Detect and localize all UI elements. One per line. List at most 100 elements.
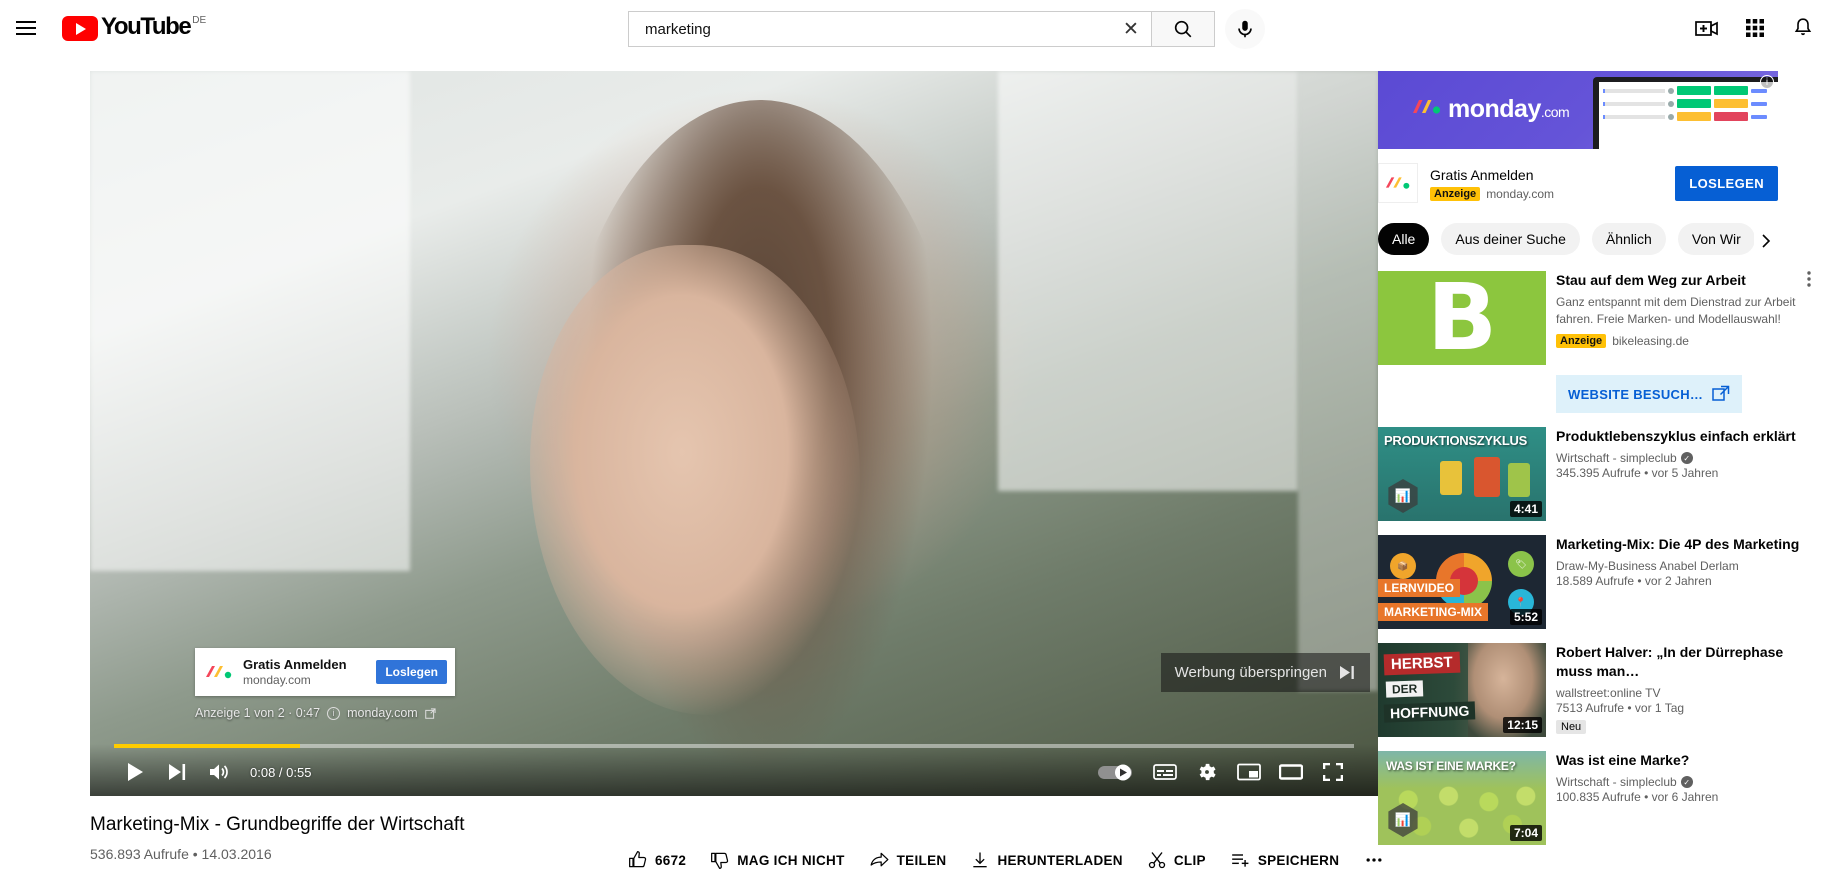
ad-counter-label: Anzeige 1 von 2 · 0:47 — [195, 706, 321, 720]
more-actions-button[interactable] — [1355, 842, 1393, 878]
bike-ad-cta-button[interactable]: WEBSITE BESUCH… — [1556, 375, 1742, 413]
channel-name: Wirtschaft - simpleclub — [1556, 451, 1677, 465]
youtube-apps-button[interactable] — [1742, 15, 1768, 41]
play-button[interactable] — [114, 751, 156, 793]
theater-mode-button[interactable] — [1270, 751, 1312, 793]
video-player[interactable]: Gratis Anmelden monday.com Loslegen Anze… — [90, 71, 1378, 796]
miniplayer-button[interactable] — [1228, 751, 1270, 793]
skip-ad-button[interactable]: Werbung überspringen — [1160, 653, 1370, 692]
progress-fill — [114, 744, 300, 748]
thumbnail-band-red: HERBST — [1383, 651, 1461, 676]
related-thumbnail[interactable]: WAS IST EINE MARKE? 📊 7:04 — [1378, 751, 1546, 845]
chips-next-icon[interactable] — [1754, 229, 1778, 253]
play-icon — [128, 763, 143, 781]
youtube-logo[interactable]: YouTube DE — [62, 14, 206, 41]
chip-von-wir[interactable]: Von Wir — [1677, 223, 1755, 255]
related-video-item[interactable]: PRODUKTIONSZYKLUS 📊 4:41 Produktlebenszy… — [1378, 427, 1818, 521]
search-input[interactable] — [645, 20, 1111, 38]
sidebar-promo-subrow: Anzeige monday.com — [1430, 186, 1663, 201]
fullscreen-icon — [1323, 763, 1343, 781]
related-video-channel[interactable]: wallstreet:online TV — [1556, 686, 1818, 700]
related-video-item[interactable]: WAS IST EINE MARKE? 📊 7:04 Was ist eine … — [1378, 751, 1818, 845]
anzeige-badge: Anzeige — [1430, 186, 1481, 201]
related-video-title: Marketing-Mix: Die 4P des Marketing — [1556, 536, 1800, 552]
download-button[interactable]: HERUNTERLADEN — [962, 842, 1130, 878]
menu-icon[interactable] — [12, 18, 40, 38]
related-video-title: Produktlebenszyklus einfach erklärt — [1556, 428, 1796, 444]
voice-search-button[interactable] — [1225, 9, 1265, 49]
player-ad-title: Gratis Anmelden — [243, 656, 347, 672]
ad-info-icon[interactable]: i — [327, 706, 341, 720]
bike-ad-thumbnail[interactable]: B — [1378, 271, 1546, 365]
sidebar-promo-cta-button[interactable]: LOSLEGEN — [1675, 165, 1778, 201]
player-ad-cta-button[interactable]: Loslegen — [376, 660, 447, 684]
window-pane-far-right — [1298, 71, 1378, 691]
player-ad-text: Gratis Anmelden monday.com — [243, 657, 376, 688]
related-video-item[interactable]: HERBST DER HOFFNUNG 12:15 Robert Halver:… — [1378, 643, 1818, 737]
next-video-button[interactable] — [156, 751, 198, 793]
notifications-button[interactable] — [1790, 15, 1816, 41]
verified-badge-icon: ✓ — [1680, 776, 1693, 788]
ad-advertiser-label[interactable]: monday.com — [347, 706, 418, 720]
autoplay-toggle[interactable] — [1090, 751, 1144, 793]
monday-brand-name: monday — [1448, 95, 1541, 123]
video-meta-row: 536.893 Aufrufe • 14.03.2016 6672 MAG IC… — [90, 846, 1382, 869]
clip-button[interactable]: CLIP — [1139, 842, 1214, 878]
share-button[interactable]: TEILEN — [861, 842, 955, 878]
monday-brand-wordmark: monday .com — [1412, 95, 1570, 124]
save-label: SPEICHERN — [1257, 852, 1340, 868]
dislike-button[interactable]: MAG ICH NICHT — [702, 842, 852, 878]
subtitles-icon — [1153, 764, 1177, 780]
related-video-channel[interactable]: Wirtschaft - simpleclub ✓ — [1556, 451, 1818, 465]
subtitles-button[interactable] — [1144, 751, 1186, 793]
chip-aehnlich[interactable]: Ähnlich — [1591, 223, 1666, 255]
related-video-channel[interactable]: Wirtschaft - simpleclub ✓ — [1556, 775, 1818, 789]
related-video-item[interactable]: 📦 🏷 📍 LERNVIDEO MARKETING-MIX 5:52 Marke… — [1378, 535, 1818, 629]
bike-ad-menu-icon[interactable] — [1800, 271, 1818, 292]
progress-bar[interactable] — [114, 744, 1354, 748]
player-controls-wrapper: 0:08 / 0:55 — [90, 744, 1378, 796]
primary-column: Gratis Anmelden monday.com Loslegen Anze… — [0, 55, 1382, 869]
save-button[interactable]: SPEICHERN — [1222, 842, 1347, 878]
player-controls-right — [1090, 751, 1354, 793]
ad-info-badge-icon[interactable]: i — [1760, 75, 1774, 89]
bike-ad-info: Stau auf dem Weg zur Arbeit Ganz entspan… — [1556, 271, 1818, 365]
channel-name: Wirtschaft - simpleclub — [1556, 775, 1677, 789]
like-button[interactable]: 6672 — [620, 842, 694, 878]
header-actions — [1694, 0, 1816, 55]
settings-button[interactable] — [1186, 751, 1228, 793]
secondary-column: monday .com i Gratis Anmelden Anzeige mo… — [1378, 55, 1830, 862]
bell-icon — [1794, 17, 1812, 35]
create-video-button[interactable] — [1694, 15, 1720, 41]
related-video-info: Produktlebenszyklus einfach erklärt Wirt… — [1556, 427, 1818, 521]
youtube-wordmark: YouTube — [101, 13, 192, 40]
related-video-channel[interactable]: Draw-My-Business Anabel Derlam — [1556, 559, 1818, 573]
chip-alle[interactable]: Alle — [1378, 223, 1430, 255]
player-controls: 0:08 / 0:55 — [102, 748, 1366, 796]
clear-search-icon[interactable]: ✕ — [1111, 12, 1151, 46]
related-thumbnail[interactable]: PRODUKTIONSZYKLUS 📊 4:41 — [1378, 427, 1546, 521]
search-button[interactable] — [1151, 11, 1215, 47]
sidebar-video-ad[interactable]: B Stau auf dem Weg zur Arbeit Ganz entsp… — [1378, 271, 1818, 365]
related-thumbnail[interactable]: HERBST DER HOFFNUNG 12:15 — [1378, 643, 1546, 737]
player-ad-overlay[interactable]: Gratis Anmelden monday.com Loslegen — [195, 648, 455, 696]
external-link-icon — [424, 707, 436, 719]
video-stats: 536.893 Aufrufe • 14.03.2016 — [90, 846, 272, 862]
related-video-stats: 18.589 Aufrufe • vor 2 Jahren — [1556, 574, 1712, 588]
thumbnail-band-bottom: MARKETING-MIX — [1378, 603, 1488, 621]
miniplayer-icon — [1237, 763, 1261, 781]
search-box[interactable]: ✕ — [628, 11, 1151, 47]
volume-button[interactable] — [198, 751, 240, 793]
thumbnail-overlay-label: WAS IST EINE MARKE? — [1386, 759, 1516, 773]
sidebar-promo-row[interactable]: Gratis Anmelden Anzeige monday.com LOSLE… — [1378, 163, 1778, 203]
related-video-title: Robert Halver: „In der Dürrephase muss m… — [1556, 644, 1784, 679]
scissors-icon — [1148, 852, 1166, 869]
skip-ad-label: Werbung überspringen — [1174, 664, 1327, 681]
fullscreen-button[interactable] — [1312, 751, 1354, 793]
chip-aus-deiner-suche[interactable]: Aus deiner Suche — [1441, 223, 1580, 255]
related-thumbnail[interactable]: 📦 🏷 📍 LERNVIDEO MARKETING-MIX 5:52 — [1378, 535, 1546, 629]
sidebar-banner-ad[interactable]: monday .com i — [1378, 71, 1778, 149]
related-video-stats: 7513 Aufrufe • vor 1 Tag — [1556, 701, 1685, 715]
bike-ad-thumbnail-letter: B — [1426, 271, 1498, 365]
video-actions: 6672 MAG ICH NICHT TEILEN HERUNTERLADEN … — [620, 842, 1393, 878]
